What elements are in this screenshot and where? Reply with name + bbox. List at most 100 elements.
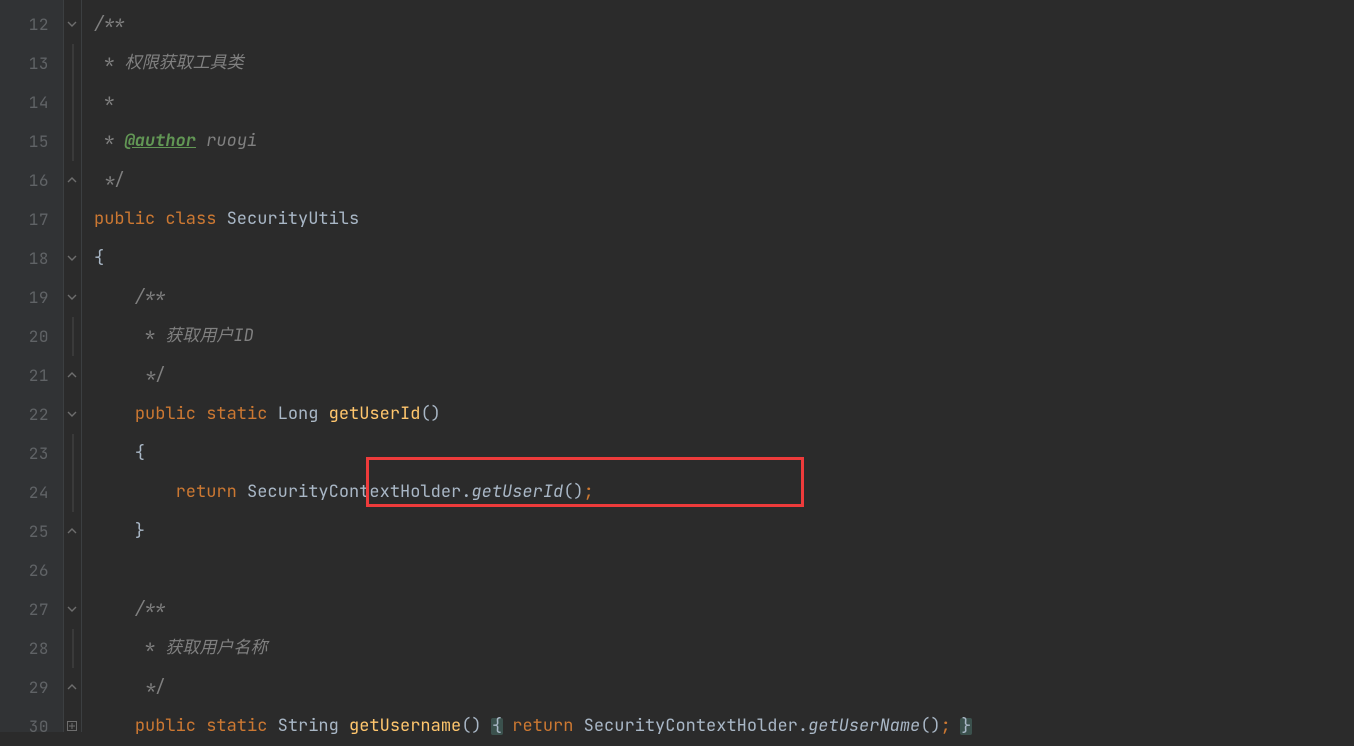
line-number: 21 [29,368,49,384]
fold-toggle-icon[interactable] [67,175,79,187]
code-line[interactable]: * 获取用户ID [82,317,1354,356]
fold-expand-icon[interactable] [67,721,79,733]
code-token: () [461,718,492,735]
code-line[interactable]: } [82,512,1354,551]
line-number-gutter[interactable]: 12131415161718192021222324252627282930 [0,0,64,732]
fold-line-icon [68,44,78,83]
fold-row[interactable] [64,512,81,551]
gutter-line[interactable]: 21 [0,356,63,395]
code-token: getUsername [349,718,461,735]
code-line[interactable]: */ [82,161,1354,200]
gutter-line[interactable]: 29 [0,668,63,707]
fold-row[interactable] [64,395,81,434]
code-token: @author [125,133,196,150]
code-line[interactable]: * @author ruoyi [82,122,1354,161]
fold-row[interactable] [64,44,81,83]
fold-row[interactable] [64,434,81,473]
line-number: 23 [29,446,49,462]
fold-row[interactable] [64,590,81,629]
code-token [94,718,135,735]
code-line[interactable]: */ [82,668,1354,707]
code-line[interactable]: * [82,83,1354,122]
fold-gutter[interactable] [64,0,82,732]
fold-toggle-icon[interactable] [67,526,79,538]
fold-row[interactable] [64,551,81,590]
code-line[interactable]: /** [82,278,1354,317]
fold-toggle-icon[interactable] [67,292,79,304]
fold-toggle-icon[interactable] [67,409,79,421]
gutter-line[interactable]: 18 [0,239,63,278]
code-line[interactable]: * 权限获取工具类 [82,44,1354,83]
gutter-line[interactable]: 27 [0,590,63,629]
code-token: SecurityContextHolder [584,718,798,735]
gutter-line[interactable]: 16 [0,161,63,200]
fold-row[interactable] [64,239,81,278]
fold-row[interactable] [64,707,81,746]
code-token: 获取用户名称 [165,640,267,657]
code-token [94,484,176,501]
code-token: () [420,406,440,423]
code-line[interactable]: * 获取用户名称 [82,629,1354,668]
code-token: SecurityUtils [227,211,360,228]
fold-toggle-icon[interactable] [67,19,79,31]
fold-row[interactable] [64,356,81,395]
fold-row[interactable] [64,629,81,668]
gutter-line[interactable]: 14 [0,83,63,122]
gutter-line[interactable]: 30 [0,707,63,746]
code-token: * [94,133,125,150]
gutter-line[interactable]: 26 [0,551,63,590]
fold-toggle-icon[interactable] [67,370,79,382]
code-line[interactable]: public class SecurityUtils [82,200,1354,239]
line-number: 26 [29,563,49,579]
fold-row[interactable] [64,5,81,44]
gutter-line[interactable]: 20 [0,317,63,356]
gutter-line[interactable]: 28 [0,629,63,668]
code-token: { [94,250,104,267]
code-token: { [94,445,145,462]
fold-row[interactable] [64,122,81,161]
code-token: /** [94,289,165,306]
fold-row[interactable] [64,317,81,356]
code-line[interactable]: /** [82,5,1354,44]
gutter-line[interactable]: 15 [0,122,63,161]
code-line[interactable]: public static String getUsername() { ret… [82,707,1354,746]
code-editor[interactable]: 12131415161718192021222324252627282930 /… [0,0,1354,732]
fold-toggle-icon[interactable] [67,604,79,616]
code-line[interactable]: /** [82,590,1354,629]
gutter-line[interactable]: 22 [0,395,63,434]
gutter-line[interactable]: 24 [0,473,63,512]
code-token: public static [135,718,278,735]
code-line[interactable]: */ [82,356,1354,395]
gutter-line[interactable]: 17 [0,200,63,239]
fold-line-icon [68,317,78,356]
code-token: ; [941,718,951,735]
code-line[interactable] [82,551,1354,590]
gutter-line[interactable]: 12 [0,5,63,44]
code-line[interactable]: { [82,239,1354,278]
code-token: */ [94,172,125,189]
code-token: . [461,484,471,501]
code-line[interactable]: { [82,434,1354,473]
fold-row[interactable] [64,668,81,707]
code-token: getUserId [471,484,563,501]
code-token: return [512,718,583,735]
code-line[interactable]: return SecurityContextHolder.getUserId()… [82,473,1354,512]
code-area[interactable]: /** * 权限获取工具类 * * @author ruoyi */ public… [82,0,1354,732]
code-token: */ [94,367,165,384]
gutter-line[interactable]: 23 [0,434,63,473]
gutter-line[interactable]: 19 [0,278,63,317]
gutter-line[interactable]: 13 [0,44,63,83]
fold-row[interactable] [64,161,81,200]
gutter-line[interactable]: 25 [0,512,63,551]
fold-row[interactable] [64,278,81,317]
fold-row[interactable] [64,473,81,512]
line-number: 19 [29,290,49,306]
code-line[interactable]: public static Long getUserId() [82,395,1354,434]
line-number: 14 [29,95,49,111]
line-number: 24 [29,485,49,501]
fold-toggle-icon[interactable] [67,682,79,694]
fold-toggle-icon[interactable] [67,253,79,265]
line-number: 18 [29,251,49,267]
fold-row[interactable] [64,200,81,239]
fold-row[interactable] [64,83,81,122]
